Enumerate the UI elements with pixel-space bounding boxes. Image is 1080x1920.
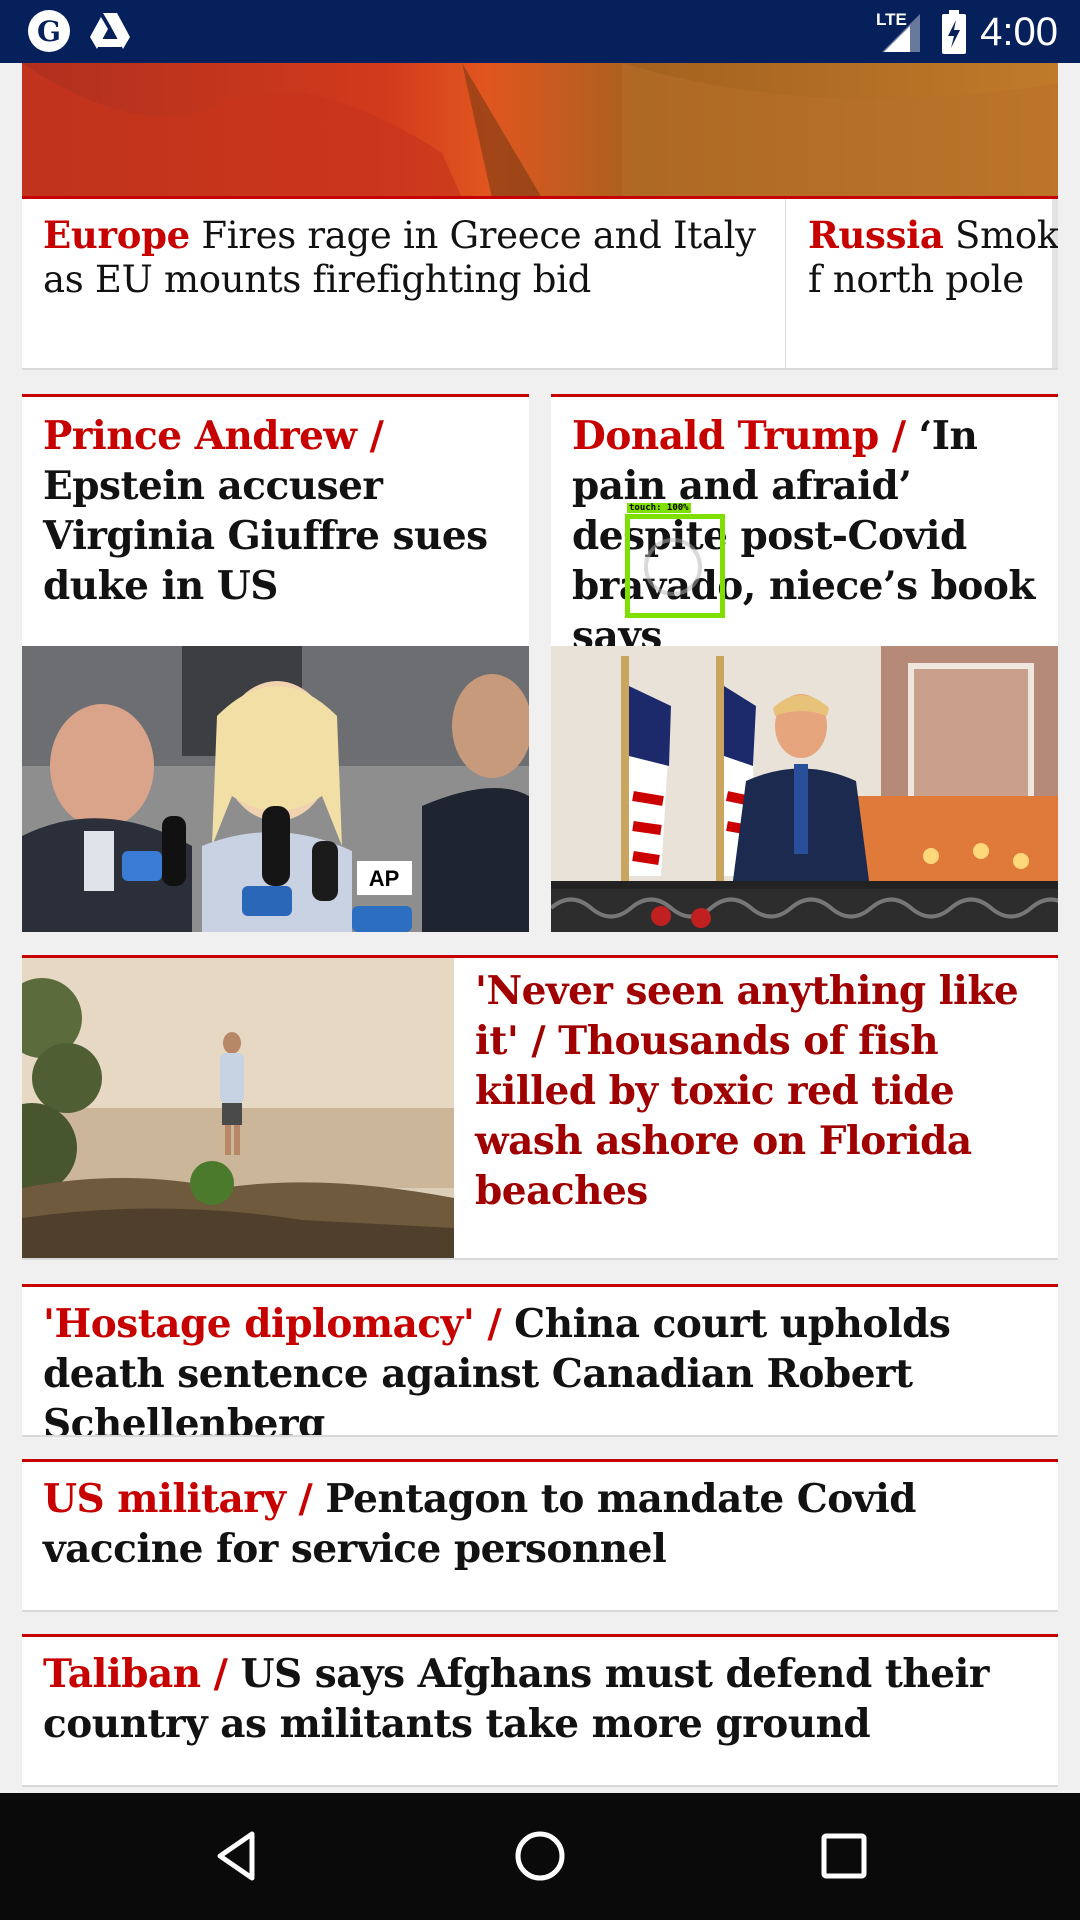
svg-text:G: G [37,15,61,48]
kicker-taliban: Taliban / [43,1651,228,1697]
headline-hostage-diplomacy: 'Hostage diplomacy' / China court uphold… [43,1299,1043,1435]
top-story-carousel[interactable]: Europe Fires rage in Greece and Italy as… [22,63,1058,368]
story-card-donald-trump[interactable]: Donald Trump / ‘In pain and afraid’ desp… [551,394,1058,932]
story-card-taliban[interactable]: Taliban / US says Afghans must defend th… [22,1634,1058,1785]
story-card-prince-andrew[interactable]: Prince Andrew / Epstein accuser Virginia… [22,394,529,932]
story-image-beach [22,958,454,1258]
headline-text-prince-andrew: Epstein accuser Virginia Giuffre sues du… [43,463,488,609]
clock: 4:00 [980,10,1058,54]
status-bar: G LTE 4:00 [0,0,1080,63]
touch-indicator-label: touch: 100% [627,503,691,513]
headline-europe[interactable]: Europe Fires rage in Greece and Italy as… [43,213,773,302]
kicker-prince-andrew: Prince Andrew / [43,413,384,459]
story-image-balcony [551,646,1058,932]
kicker-russia: Russia [808,213,944,257]
kicker-hostage-diplomacy: 'Hostage diplomacy' / [43,1301,502,1347]
story-card-red-tide[interactable]: 'Never seen anything like it' / Thousand… [22,955,1058,1258]
headline-russia[interactable]: Russia Smoke f north pole [808,213,1058,302]
battery-charging-icon [942,10,966,54]
headline-us-military: US military / Pentagon to mandate Covid … [43,1474,1043,1574]
headline-taliban: Taliban / US says Afghans must defend th… [43,1649,1043,1749]
headline-red-tide: 'Never seen anything like it' / Thousand… [475,966,1045,1216]
navigation-bar [0,1793,1080,1920]
signal-icon [882,14,920,52]
home-icon[interactable] [510,1826,570,1886]
story-image-press-conference: AP [22,646,529,932]
kicker-us-military: US military / [43,1476,313,1522]
story-card-hostage-diplomacy[interactable]: 'Hostage diplomacy' / China court uphold… [22,1284,1058,1435]
drive-icon [90,13,130,49]
headline-prince-andrew: Prince Andrew / Epstein accuser Virginia… [43,411,513,611]
touch-indicator-ring [644,538,702,596]
back-icon[interactable] [208,1826,268,1886]
story-card-us-military[interactable]: US military / Pentagon to mandate Covid … [22,1459,1058,1610]
svg-text:AP: AP [369,866,400,891]
headline-text-red-tide: Thousands of fish killed by toxic red ti… [475,1018,972,1214]
kicker-europe: Europe [43,213,190,257]
guardian-logo-icon: G [28,10,70,52]
top-story-image [22,63,1058,198]
kicker-donald-trump: Donald Trump / [572,413,906,459]
recents-icon[interactable] [814,1826,874,1886]
